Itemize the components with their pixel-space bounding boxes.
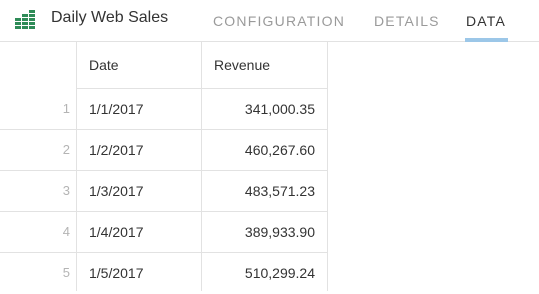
spreadsheet-icon [15, 10, 35, 29]
date-cell[interactable]: 1/4/2017 [89, 224, 144, 240]
page-title: Daily Web Sales [51, 9, 169, 26]
revenue-cell[interactable]: 341,000.35 [245, 101, 315, 117]
row-number: 1 [62, 101, 70, 116]
table-header: Date Revenue [76, 42, 328, 89]
revenue-cell[interactable]: 389,933.90 [245, 224, 315, 240]
active-tab-indicator [465, 38, 508, 42]
tab-data[interactable]: DATA [466, 13, 506, 29]
tab-configuration[interactable]: CONFIGURATION [213, 13, 345, 29]
row-number: 4 [62, 224, 70, 239]
date-cell[interactable]: 1/3/2017 [89, 183, 144, 199]
revenue-cell[interactable]: 483,571.23 [245, 183, 315, 199]
table-row[interactable]: 5 1/5/2017 510,299.24 [0, 253, 328, 294]
date-cell[interactable]: 1/1/2017 [89, 101, 144, 117]
date-cell[interactable]: 1/2/2017 [89, 142, 144, 158]
column-header-date[interactable]: Date [89, 57, 119, 73]
column-header-revenue[interactable]: Revenue [214, 57, 270, 73]
row-number: 5 [62, 265, 70, 280]
date-cell[interactable]: 1/5/2017 [89, 265, 144, 281]
table-row[interactable]: 4 1/4/2017 389,933.90 [0, 212, 328, 253]
revenue-cell[interactable]: 460,267.60 [245, 142, 315, 158]
table-row[interactable]: 2 1/2/2017 460,267.60 [0, 130, 328, 171]
table-row[interactable]: 1 1/1/2017 341,000.35 [0, 89, 328, 130]
row-number: 2 [62, 142, 70, 157]
data-table: Date Revenue 1 1/1/2017 341,000.35 2 1/2… [0, 42, 328, 291]
row-number: 3 [62, 183, 70, 198]
table-row[interactable]: 3 1/3/2017 483,571.23 [0, 171, 328, 212]
revenue-cell[interactable]: 510,299.24 [245, 265, 315, 281]
top-bar: Daily Web Sales CONFIGURATION DETAILS DA… [0, 0, 539, 42]
tab-details[interactable]: DETAILS [374, 13, 440, 29]
